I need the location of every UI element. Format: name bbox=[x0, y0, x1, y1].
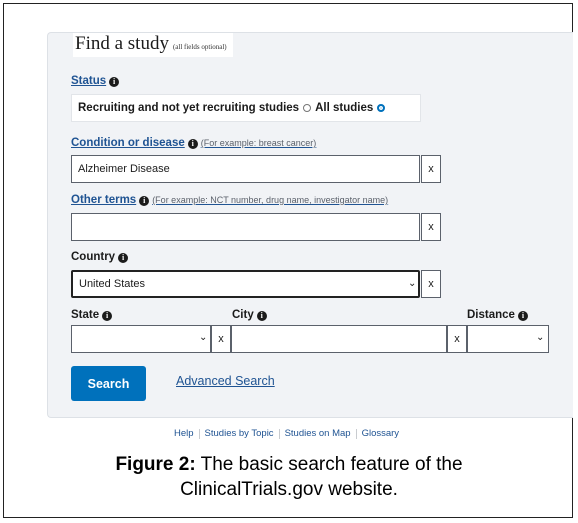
figure-caption: Figure 2: The basic search feature of th… bbox=[0, 452, 578, 502]
city-label-row: City i bbox=[232, 309, 267, 321]
city-label: City bbox=[232, 309, 254, 321]
search-button-label: Search bbox=[87, 376, 130, 391]
other-terms-clear-button[interactable]: x bbox=[421, 213, 441, 241]
search-button[interactable]: Search bbox=[71, 366, 146, 401]
state-clear-button[interactable]: x bbox=[211, 325, 231, 353]
other-terms-input[interactable] bbox=[71, 213, 420, 241]
distance-label-row: Distance i bbox=[467, 309, 528, 321]
chevron-down-icon[interactable]: ⌄ bbox=[536, 332, 544, 343]
caption-text-1: The basic search feature of the bbox=[195, 454, 463, 475]
other-terms-hint: (For example: NCT number, drug name, inv… bbox=[152, 195, 389, 205]
clear-label: x bbox=[428, 278, 434, 290]
footer-link-studies-on-map[interactable]: Studies on Map bbox=[285, 428, 351, 439]
footer-link-studies-by-topic[interactable]: Studies by Topic bbox=[205, 428, 274, 439]
country-select-value: United States bbox=[79, 278, 146, 290]
advanced-search-link[interactable]: Advanced Search bbox=[176, 374, 275, 388]
condition-label[interactable]: Condition or disease bbox=[71, 137, 185, 149]
chevron-down-icon[interactable]: ⌄ bbox=[408, 278, 416, 289]
condition-hint: (For example: breast cancer) bbox=[200, 138, 317, 148]
other-terms-label-row: Other terms i (For example: NCT number, dr… bbox=[71, 194, 388, 206]
distance-label: Distance bbox=[467, 309, 515, 321]
state-label-row: State i bbox=[71, 309, 113, 321]
city-input[interactable] bbox=[231, 325, 447, 353]
footer-links: Help Studies by Topic Studies on Map Glo… bbox=[174, 428, 399, 439]
chevron-down-icon[interactable]: ⌄ bbox=[199, 332, 207, 343]
country-label: Country bbox=[71, 251, 116, 263]
form-heading: Find a study (all fields optional) bbox=[73, 33, 233, 57]
caption-line-2: ClinicalTrials.gov website. bbox=[180, 479, 398, 500]
radio-recruiting[interactable] bbox=[303, 104, 312, 112]
info-icon[interactable]: i bbox=[109, 77, 120, 87]
footer-divider bbox=[278, 428, 280, 439]
clear-label: x bbox=[428, 163, 434, 175]
country-select[interactable]: United States bbox=[71, 270, 420, 298]
state-select[interactable] bbox=[71, 325, 211, 353]
clear-label: x bbox=[218, 333, 224, 345]
radio-checked-icon[interactable] bbox=[377, 104, 386, 112]
info-icon[interactable]: i bbox=[517, 311, 528, 321]
info-icon[interactable]: i bbox=[256, 311, 267, 321]
caption-prefix: Figure 2: bbox=[115, 454, 196, 475]
country-label-row: Country i bbox=[71, 251, 129, 263]
info-icon[interactable]: i bbox=[118, 253, 129, 263]
form-heading-title: Find a study bbox=[75, 33, 169, 54]
status-option-all-label[interactable]: All studies bbox=[315, 102, 373, 114]
info-icon[interactable]: i bbox=[139, 196, 150, 206]
footer-link-glossary[interactable]: Glossary bbox=[362, 428, 399, 439]
state-label: State bbox=[71, 309, 100, 321]
clear-label: x bbox=[454, 333, 460, 345]
footer-link-help[interactable]: Help bbox=[174, 428, 194, 439]
city-clear-button[interactable]: x bbox=[447, 325, 467, 353]
form-heading-note: (all fields optional) bbox=[172, 43, 227, 51]
condition-label-row: Condition or disease i (For example: breas… bbox=[71, 137, 316, 149]
country-clear-button[interactable]: x bbox=[421, 270, 441, 298]
condition-clear-button[interactable]: x bbox=[421, 155, 441, 183]
status-label[interactable]: Status bbox=[71, 75, 106, 87]
info-icon[interactable]: i bbox=[102, 311, 113, 321]
caption-line-1: Figure 2: The basic search feature of th… bbox=[0, 452, 578, 477]
clear-label: x bbox=[428, 221, 434, 233]
footer-divider bbox=[355, 428, 357, 439]
other-terms-label[interactable]: Other terms bbox=[71, 194, 136, 206]
condition-input-value: Alzheimer Disease bbox=[78, 163, 170, 175]
status-label-row: Status i bbox=[71, 75, 120, 87]
footer-divider bbox=[198, 428, 200, 439]
status-option-recruiting-label[interactable]: Recruiting and not yet recruiting studie… bbox=[78, 102, 299, 114]
condition-input[interactable]: Alzheimer Disease bbox=[71, 155, 420, 183]
status-radio-group: Recruiting and not yet recruiting studie… bbox=[71, 94, 421, 122]
info-icon[interactable]: i bbox=[187, 139, 198, 149]
